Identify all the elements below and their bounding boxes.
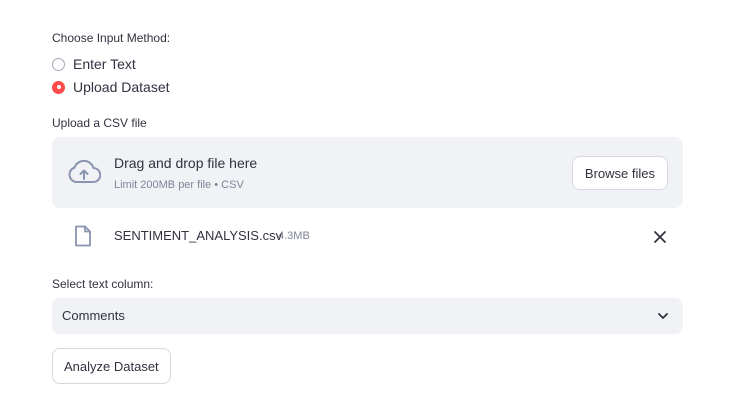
radio-button-checked[interactable] <box>52 80 65 94</box>
app-main: Choose Input Method: Enter Text Upload D… <box>0 0 730 401</box>
file-icon <box>75 225 91 247</box>
analyze-dataset-button[interactable]: Analyze Dataset <box>52 348 171 384</box>
chevron-down-icon <box>658 313 668 319</box>
dropzone-limit: Limit 200MB per file • CSV <box>114 179 244 191</box>
radio-enter-text[interactable]: Enter Text <box>52 56 136 72</box>
radio-upload-dataset[interactable]: Upload Dataset <box>52 79 170 95</box>
browse-files-button[interactable]: Browse files <box>571 156 668 190</box>
radio-label-upload-dataset: Upload Dataset <box>73 79 170 95</box>
radio-label-enter-text: Enter Text <box>73 56 136 72</box>
uploaded-file-row: SENTIMENT_ANALYSIS.csv 4.3MB <box>52 221 683 253</box>
text-column-label: Select text column: <box>52 277 154 291</box>
dropzone-title: Drag and drop file here <box>114 155 258 171</box>
select-value: Comments <box>62 308 125 323</box>
input-method-label: Choose Input Method: <box>52 31 171 45</box>
uploaded-file-name: SENTIMENT_ANALYSIS.csv <box>114 228 283 243</box>
radio-button-unchecked[interactable] <box>52 57 65 71</box>
cloud-upload-icon <box>68 159 101 184</box>
text-column-select[interactable]: Comments <box>52 298 683 334</box>
uploaded-file-size: 4.3MB <box>278 230 310 242</box>
uploader-label: Upload a CSV file <box>52 116 147 130</box>
file-dropzone[interactable]: Drag and drop file here Limit 200MB per … <box>52 137 683 208</box>
close-icon[interactable] <box>652 229 668 245</box>
